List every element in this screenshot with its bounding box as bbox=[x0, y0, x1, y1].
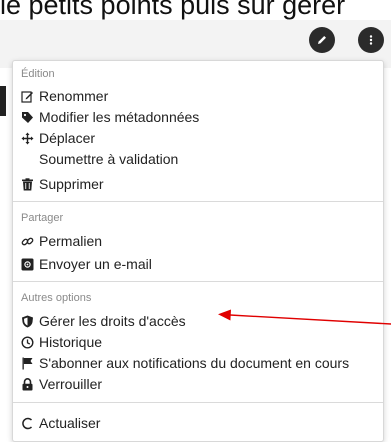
more-vertical-icon bbox=[369, 35, 373, 45]
menu-item-label: Verrouiller bbox=[39, 376, 103, 392]
menu-item-label: Actualiser bbox=[39, 415, 101, 431]
menu-item-permalink[interactable]: Permalien bbox=[21, 231, 102, 251]
pencil-icon bbox=[318, 36, 326, 44]
menu-item-label: Envoyer un e-mail bbox=[39, 256, 152, 272]
menu-item-label: Supprimer bbox=[39, 176, 104, 192]
menu-item-history[interactable]: Historique bbox=[21, 332, 102, 352]
refresh-icon bbox=[21, 417, 34, 430]
menu-item-manage-access-rights[interactable]: Gérer les droits d'accès bbox=[21, 311, 186, 331]
edit-button[interactable] bbox=[309, 27, 335, 53]
trash-icon bbox=[21, 177, 34, 191]
menu-item-label: Permalien bbox=[39, 233, 103, 249]
section-title-edition: Édition bbox=[21, 68, 55, 80]
menu-divider bbox=[13, 281, 383, 282]
flag-icon bbox=[21, 357, 34, 370]
menu-item-label: Historique bbox=[39, 334, 103, 350]
menu-item-label: Déplacer bbox=[39, 130, 96, 146]
shield-icon bbox=[21, 315, 34, 328]
menu-item-delete[interactable]: Supprimer bbox=[21, 174, 104, 194]
section-title-share: Partager bbox=[21, 212, 64, 224]
menu-item-label: Modifier les métadonnées bbox=[39, 109, 200, 125]
menu-item-send-email[interactable]: Envoyer un e-mail bbox=[21, 254, 152, 274]
menu-item-label: Gérer les droits d'accès bbox=[39, 313, 186, 329]
menu-item-label: Renommer bbox=[39, 88, 109, 104]
menu-item-subscribe-notifications[interactable]: S'abonner aux notifications du document … bbox=[21, 353, 349, 373]
menu-item-lock[interactable]: Verrouiller bbox=[21, 374, 102, 394]
section-title-other-options: Autres options bbox=[21, 292, 92, 304]
history-icon bbox=[21, 335, 34, 349]
link-icon bbox=[21, 235, 34, 248]
options-dropdown-menu: Édition Renommer Modifier les métadonnée… bbox=[12, 60, 384, 442]
email-icon bbox=[21, 258, 34, 271]
menu-item-label: S'abonner aux notifications du document … bbox=[39, 355, 350, 371]
background-edge bbox=[0, 86, 6, 116]
menu-item-edit-metadata[interactable]: Modifier les métadonnées bbox=[21, 107, 199, 127]
lock-icon bbox=[21, 377, 34, 391]
more-options-button[interactable] bbox=[358, 27, 384, 53]
menu-item-label: Soumettre à validation bbox=[39, 151, 179, 167]
menu-item-move[interactable]: Déplacer bbox=[21, 128, 95, 148]
menu-divider bbox=[13, 201, 383, 202]
menu-item-refresh[interactable]: Actualiser bbox=[21, 413, 100, 433]
menu-divider bbox=[13, 402, 383, 403]
move-icon bbox=[21, 132, 34, 145]
menu-item-submit-validation[interactable]: Soumettre à validation bbox=[39, 149, 178, 169]
rename-icon bbox=[21, 90, 34, 103]
tag-icon bbox=[21, 111, 34, 124]
menu-item-rename[interactable]: Renommer bbox=[21, 86, 108, 106]
